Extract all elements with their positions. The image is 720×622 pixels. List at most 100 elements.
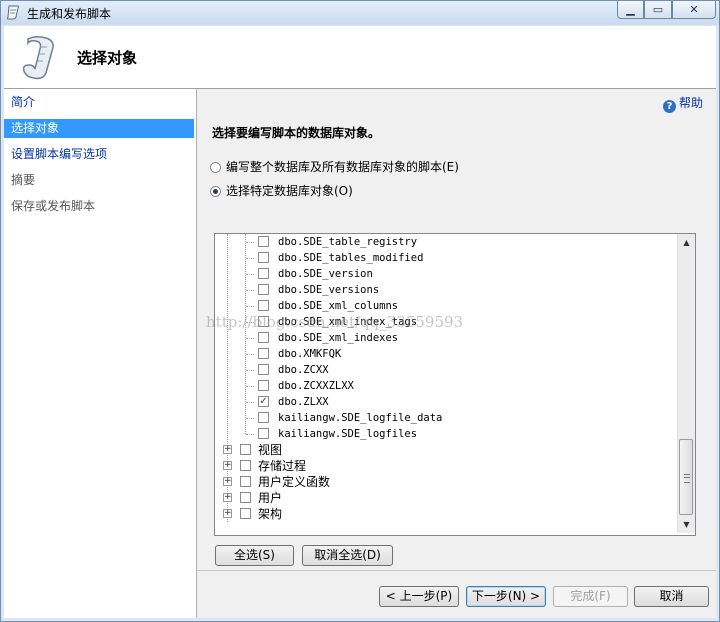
- tree-item-group[interactable]: + 用户定义函数: [215, 474, 675, 490]
- grip-icon: [684, 474, 690, 483]
- deselect-all-button[interactable]: 取消全选(D): [302, 545, 393, 566]
- tree-item-table[interactable]: ✓ dbo.ZLXX: [215, 394, 675, 410]
- tree-connector: [246, 290, 254, 291]
- tree-item-label: dbo.ZCXX: [278, 364, 329, 376]
- tree-item-label: dbo.SDE_version: [278, 268, 373, 280]
- checkbox[interactable]: [258, 252, 269, 263]
- checkbox[interactable]: [258, 412, 269, 423]
- tree-connector: [246, 418, 254, 419]
- help-label: 帮助: [679, 96, 704, 110]
- tree-scrollbar[interactable]: ▲ ▼: [677, 234, 695, 533]
- tree-item-label: 视图: [258, 443, 283, 457]
- checkbox[interactable]: [258, 332, 269, 343]
- tree-item-table[interactable]: kailiangw.SDE_logfile_data: [215, 410, 675, 426]
- nav-item-summary: 摘要: [11, 173, 36, 187]
- select-all-button[interactable]: 全选(S): [215, 545, 294, 566]
- minimize-button[interactable]: ▁: [617, 1, 644, 19]
- tree-connector: [246, 242, 254, 243]
- next-button[interactable]: 下一步(N) >: [466, 586, 546, 607]
- tree-connector: [246, 354, 254, 355]
- nav-item-save-publish: 保存或发布脚本: [11, 199, 96, 213]
- radio-select-specific[interactable]: 选择特定数据库对象(O): [210, 183, 353, 199]
- tree-connector: [246, 434, 254, 435]
- nav-item-intro[interactable]: 简介: [4, 93, 194, 112]
- checkbox[interactable]: [240, 492, 251, 503]
- checkbox[interactable]: [258, 268, 269, 279]
- radio-select-specific-label: 选择特定数据库对象(O): [226, 184, 353, 198]
- tree-item-table[interactable]: dbo.SDE_versions: [215, 282, 675, 298]
- tree-item-label: 架构: [258, 507, 283, 521]
- scroll-thumb[interactable]: [679, 439, 693, 515]
- checkbox[interactable]: [258, 236, 269, 247]
- nav-item-scripting-options[interactable]: 设置脚本编写选项: [4, 145, 194, 164]
- tree-item-table[interactable]: kailiangw.SDE_logfiles: [215, 426, 675, 442]
- back-button[interactable]: < 上一步(P): [379, 586, 459, 607]
- cancel-button[interactable]: 取消: [634, 586, 709, 607]
- tree-item-group[interactable]: + 视图: [215, 442, 675, 458]
- expand-plus-icon[interactable]: +: [223, 477, 232, 486]
- checkbox[interactable]: [258, 380, 269, 391]
- help-link[interactable]: ? 帮助: [663, 94, 703, 113]
- tree-item-table[interactable]: dbo.ZCXX: [215, 362, 675, 378]
- tree-item-table[interactable]: dbo.ZCXXZLXX: [215, 378, 675, 394]
- tree-connector: [246, 370, 254, 371]
- checkbox[interactable]: [258, 284, 269, 295]
- tree-item-label: dbo.ZCXXZLXX: [278, 380, 354, 392]
- tree-item-label: dbo.SDE_tables_modified: [278, 252, 424, 264]
- tree-item-label: dbo.XMKFQK: [278, 348, 342, 360]
- tree-item-table[interactable]: dbo.XMKFQK: [215, 346, 675, 362]
- scroll-up-arrow-icon[interactable]: ▲: [678, 234, 695, 251]
- title-bar: 生成和发布脚本 ▁ ▭ ✕: [1, 1, 719, 25]
- checked-checkbox[interactable]: ✓: [258, 396, 269, 407]
- tree-item-table[interactable]: dbo.SDE_tables_modified: [215, 250, 675, 266]
- close-button[interactable]: ✕: [672, 1, 716, 19]
- tree-item-label: kailiangw.SDE_logfile_data: [278, 412, 443, 424]
- object-tree[interactable]: dbo.SDE_table_registry dbo.SDE_tables_mod…: [214, 233, 696, 536]
- finish-button: 完成(F): [553, 586, 628, 607]
- script-app-icon: [7, 5, 19, 20]
- maximize-button[interactable]: ▭: [644, 1, 672, 19]
- help-icon: ?: [663, 100, 676, 113]
- tree-item-group[interactable]: + 用户: [215, 490, 675, 506]
- tree-connector: [246, 274, 254, 275]
- page-header: 选择对象: [4, 26, 716, 89]
- expand-plus-icon[interactable]: +: [223, 461, 232, 470]
- checkbox[interactable]: [240, 460, 251, 471]
- tree-connector: [246, 258, 254, 259]
- expand-plus-icon[interactable]: +: [223, 509, 232, 518]
- tree-connector: [246, 306, 254, 307]
- checkbox[interactable]: [258, 364, 269, 375]
- checkbox[interactable]: [240, 476, 251, 487]
- radio-script-all[interactable]: 编写整个数据库及所有数据库对象的脚本(E): [210, 159, 459, 175]
- checkbox[interactable]: [240, 444, 251, 455]
- radio-button-on[interactable]: [210, 186, 221, 197]
- tree-item-label: dbo.SDE_xml_indexes: [278, 332, 399, 344]
- tree-item-table[interactable]: dbo.SDE_version: [215, 266, 675, 282]
- tree-item-table[interactable]: dbo.SDE_table_registry: [215, 234, 675, 250]
- nav-item-choose-objects[interactable]: 选择对象: [4, 119, 194, 138]
- main-panel: ? 帮助 选择要编写脚本的数据库对象。 编写整个数据库及所有数据库对象的脚本(E)…: [197, 89, 716, 618]
- tree-connector: [246, 402, 254, 403]
- scroll-down-arrow-icon[interactable]: ▼: [678, 516, 695, 533]
- tree-item-group[interactable]: + 架构: [215, 506, 675, 522]
- tree-item-group[interactable]: + 存储过程: [215, 458, 675, 474]
- page-title: 选择对象: [77, 49, 138, 67]
- radio-button-off[interactable]: [210, 162, 221, 173]
- tree-item-label: dbo.SDE_xml_columns: [278, 300, 399, 312]
- checkbox[interactable]: [258, 348, 269, 359]
- instruction-text: 选择要编写脚本的数据库对象。: [212, 126, 381, 140]
- wizard-window: 生成和发布脚本 ▁ ▭ ✕ 选择对象 简介 选择对象 设置脚本编写选项 摘要 保…: [0, 0, 720, 622]
- checkbox[interactable]: [258, 300, 269, 311]
- tree-item-table[interactable]: dbo.SDE_xml_columns: [215, 298, 675, 314]
- checkbox[interactable]: [258, 428, 269, 439]
- expand-plus-icon[interactable]: +: [223, 493, 232, 502]
- window-title: 生成和发布脚本: [27, 7, 112, 21]
- scroll-icon: [22, 35, 54, 80]
- watermark: http://blog.csdn.net/qq_33559593: [206, 313, 464, 331]
- footer-divider: [197, 570, 716, 571]
- tree-item-table[interactable]: dbo.SDE_xml_indexes: [215, 330, 675, 346]
- tree-item-label: 用户: [258, 491, 283, 505]
- expand-plus-icon[interactable]: +: [223, 445, 232, 454]
- tree-item-label: dbo.SDE_table_registry: [278, 236, 418, 248]
- checkbox[interactable]: [240, 508, 251, 519]
